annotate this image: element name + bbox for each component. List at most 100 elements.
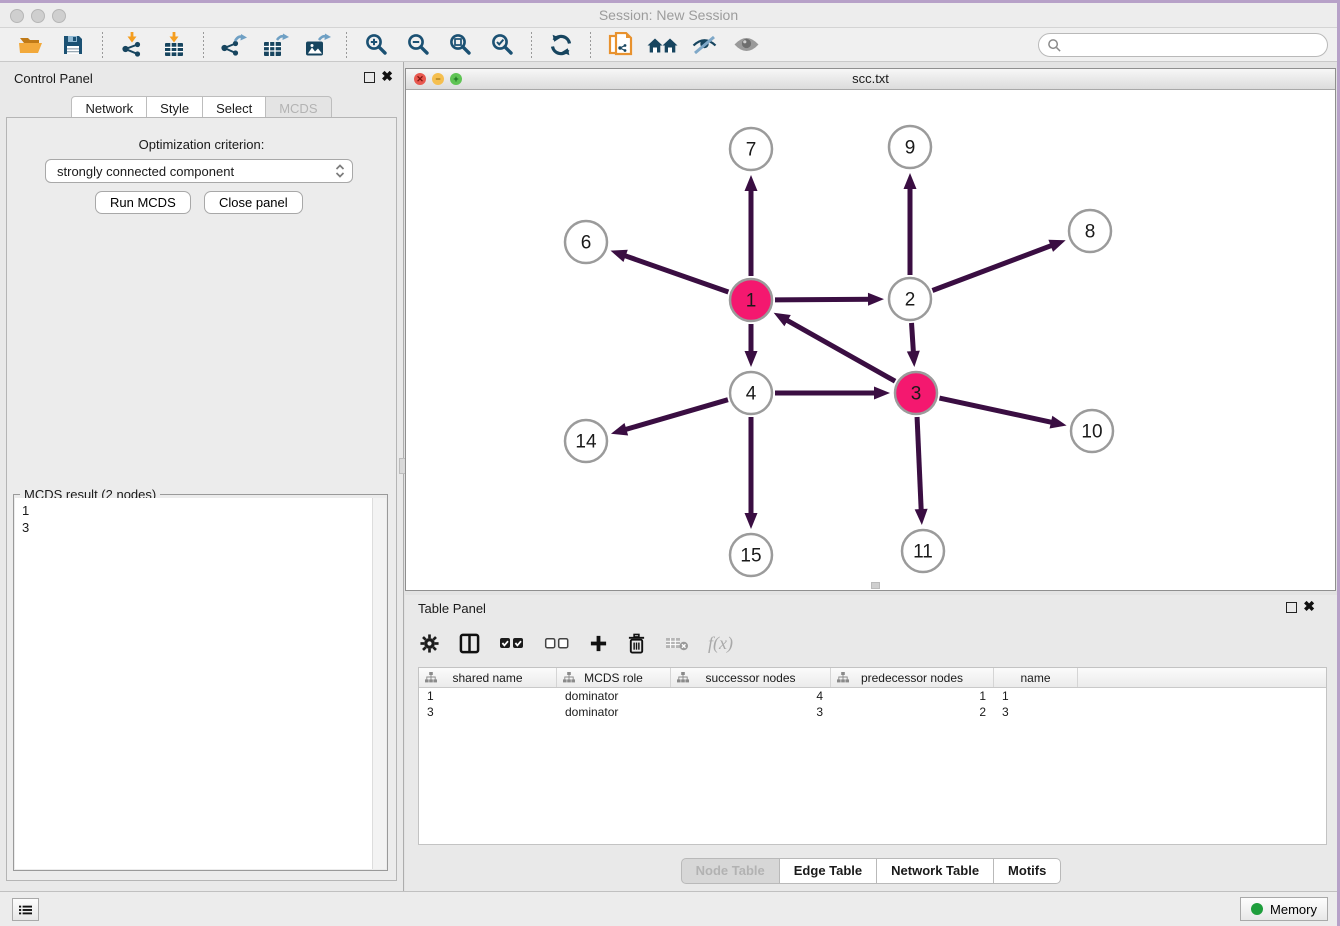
table-cell[interactable]: dominator [557,689,671,703]
deselect-all-checks-button[interactable] [544,636,570,650]
home-view-button[interactable] [645,31,679,59]
title-bar: Session: New Session [0,3,1337,28]
close-panel-icon[interactable]: ✖ [381,69,393,83]
zoom-fit-button[interactable] [443,31,477,59]
show-gray-eye-icon [733,35,760,54]
search-box[interactable] [1038,33,1328,57]
table-cell[interactable]: dominator [557,705,671,719]
table-cell[interactable]: 1 [831,689,994,703]
hierarchy-icon [677,672,689,686]
table-cell[interactable]: 1 [419,689,557,703]
tab-edge-table[interactable]: Edge Table [780,858,877,884]
table-row[interactable]: 1dominator411 [419,688,1326,704]
edge-4-14[interactable] [621,400,728,431]
tab-node-table[interactable]: Node Table [681,858,780,884]
tab-network-table[interactable]: Network Table [877,858,994,884]
zoom-in-button[interactable] [359,31,393,59]
table-cell[interactable]: 4 [671,689,831,703]
search-icon [1047,38,1062,53]
clone-network-button[interactable] [603,31,637,59]
hide-selected-icon [691,34,718,56]
arrowhead-4-14 [611,423,628,435]
float-panel-icon[interactable] [364,72,375,83]
trash-icon [627,633,646,654]
optimization-criterion-select[interactable]: strongly connected component [45,159,353,183]
column-header-predecessor-nodes[interactable]: predecessor nodes [831,668,994,687]
edge-3-11[interactable] [917,417,921,515]
network-view-window: ✕ − + scc.txt 7968124314101511 [405,68,1336,591]
result-scrollbar[interactable] [372,498,386,869]
save-session-icon [61,33,85,57]
import-table-button[interactable] [157,31,191,59]
hide-selected-button[interactable] [687,31,721,59]
delete-column-disabled-icon [665,635,689,651]
home-view-icon [647,33,678,57]
table-cell[interactable]: 1 [994,689,1078,703]
add-button[interactable] [589,634,608,653]
session-title: Session: New Session [0,7,1337,23]
edge-1-2[interactable] [775,299,874,300]
export-image-icon [304,33,331,57]
arrowhead-3-11 [915,509,928,525]
tab-motifs[interactable]: Motifs [994,858,1061,884]
deselect-all-checks-icon [544,636,570,650]
function-builder-icon: f(x) [708,633,733,654]
arrowhead-1-2 [868,293,884,306]
export-table-button[interactable] [258,31,292,59]
show-gray-eye-button[interactable] [729,31,763,59]
import-network-button[interactable] [115,31,149,59]
arrowhead-2-9 [904,173,917,189]
graph-svg: 7968124314101511 [406,90,1335,591]
columns-button[interactable] [459,633,480,654]
zoom-selected-button[interactable] [485,31,519,59]
arrowhead-1-6 [611,250,628,262]
network-canvas[interactable]: 7968124314101511 [406,90,1335,590]
clone-network-icon [608,32,633,58]
node-label-7: 7 [746,140,757,161]
node-label-10: 10 [1081,422,1102,443]
open-file-button[interactable] [14,31,48,59]
float-table-panel-icon[interactable] [1286,602,1297,613]
save-session-button[interactable] [56,31,90,59]
memory-button[interactable]: Memory [1240,897,1328,921]
column-header-name[interactable]: name [994,668,1078,687]
close-table-panel-icon[interactable]: ✖ [1303,599,1315,613]
arrowhead-2-8 [1048,240,1065,252]
edge-3-10[interactable] [939,398,1056,423]
export-image-button[interactable] [300,31,334,59]
edge-1-6[interactable] [620,254,728,292]
table-cell[interactable]: 3 [671,705,831,719]
gear-button[interactable] [419,633,440,654]
select-all-checks-button[interactable] [499,636,525,650]
column-header-shared-name[interactable]: shared name [419,668,557,687]
search-input[interactable] [1067,37,1327,53]
column-header-successor-nodes[interactable]: successor nodes [671,668,831,687]
run-mcds-button[interactable]: Run MCDS [95,191,191,214]
select-all-checks-icon [499,636,525,650]
table-cell[interactable]: 3 [419,705,557,719]
table-header-row[interactable]: shared nameMCDS rolesuccessor nodesprede… [419,668,1326,688]
trash-button[interactable] [627,633,646,654]
canvas-resize-handle[interactable] [871,582,880,589]
toolbar-separator [102,32,103,58]
edge-3-1[interactable] [782,318,895,382]
node-label-11: 11 [913,542,933,563]
close-panel-button[interactable]: Close panel [204,191,303,214]
memory-status-icon [1251,903,1263,915]
table-cell[interactable]: 3 [994,705,1078,719]
toolbar-separator [203,32,204,58]
zoom-out-button[interactable] [401,31,435,59]
hierarchy-icon [563,672,575,686]
node-label-14: 14 [575,432,597,453]
task-history-button[interactable] [12,898,39,921]
node-label-3: 3 [911,384,922,405]
network-window-titlebar[interactable]: ✕ − + scc.txt [406,69,1335,90]
edge-2-8[interactable] [932,244,1056,291]
table-cell[interactable]: 2 [831,705,994,719]
refresh-view-button[interactable] [544,31,578,59]
column-header-MCDS-role[interactable]: MCDS role [557,668,671,687]
table-row[interactable]: 3dominator323 [419,704,1326,720]
node-label-6: 6 [581,233,592,254]
export-network-button[interactable] [216,31,250,59]
stepper-icon [335,163,345,179]
